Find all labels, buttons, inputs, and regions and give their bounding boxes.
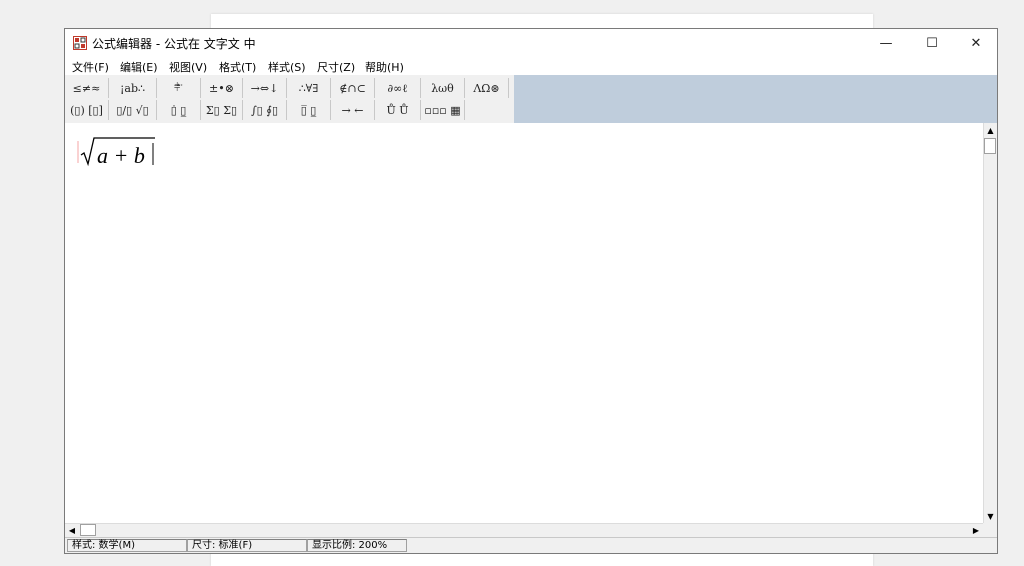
- arrow-right-icon: ▶: [972, 526, 980, 535]
- arrow-down-icon: ▼: [987, 511, 994, 521]
- menu-edit[interactable]: 编辑(E): [120, 59, 158, 75]
- greek-lowercase-button[interactable]: λωθ: [421, 78, 465, 98]
- relational-symbols-button[interactable]: ≤≠≈: [65, 78, 109, 98]
- set-theory-symbols-button[interactable]: ∉∩⊂: [331, 78, 375, 98]
- menu-help[interactable]: 帮助(H): [365, 59, 404, 75]
- scroll-right-button[interactable]: ▶: [969, 524, 983, 537]
- scroll-left-button[interactable]: ◀: [65, 524, 79, 537]
- status-zoom: 显示比例: 200%: [307, 539, 407, 552]
- embellishments-button[interactable]: ⫩⃗ ⃛: [157, 78, 201, 98]
- operator-symbols-button[interactable]: ±•⊗: [201, 78, 243, 98]
- matrix-templates-button[interactable]: ▫▫▫ ▦: [421, 100, 465, 120]
- misc-symbols-button[interactable]: ∂∞ℓ: [375, 78, 421, 98]
- greek-uppercase-button[interactable]: ΛΩ⊛: [465, 78, 509, 98]
- subscript-superscript-templates-button[interactable]: ▯̇ ▯̲: [157, 100, 201, 120]
- menu-style[interactable]: 样式(S): [268, 59, 306, 75]
- menu-bar: 文件(F) 编辑(E) 视图(V) 格式(T) 样式(S) 尺寸(Z) 帮助(H…: [65, 57, 997, 75]
- menu-size[interactable]: 尺寸(Z): [317, 59, 355, 75]
- scroll-down-button[interactable]: ▼: [984, 509, 997, 523]
- status-style: 样式: 数学(M): [67, 539, 187, 552]
- minimize-icon: —: [879, 35, 893, 51]
- equation-editing-area[interactable]: a + b: [65, 123, 983, 523]
- scrollbar-corner: [983, 523, 997, 537]
- toolbar-area: ≤≠≈ ¡ab∴ ⫩⃗ ⃛ ±•⊗ →⇔↓ ∴∀∃ ∉∩⊂ ∂∞ℓ λωθ ΛΩ…: [65, 75, 997, 123]
- status-size: 尺寸: 标准(F): [187, 539, 307, 552]
- menu-format[interactable]: 格式(T): [219, 59, 256, 75]
- equation-expression: a + b: [97, 143, 145, 168]
- fence-templates-button[interactable]: (▯) [▯]: [65, 100, 109, 120]
- fraction-radical-templates-button[interactable]: ▯/▯ √▯: [109, 100, 157, 120]
- products-set-theory-templates-button[interactable]: Ů Ů: [375, 100, 421, 120]
- arrow-symbols-button[interactable]: →⇔↓: [243, 78, 287, 98]
- menu-view[interactable]: 视图(V): [169, 59, 207, 75]
- symbol-palette: ≤≠≈ ¡ab∴ ⫩⃗ ⃛ ±•⊗ →⇔↓ ∴∀∃ ∉∩⊂ ∂∞ℓ λωθ ΛΩ…: [65, 75, 514, 123]
- arrow-up-icon: ▲: [987, 125, 994, 135]
- template-palette-row: (▯) [▯] ▯/▯ √▯ ▯̇ ▯̲ Σ▯ Σ▯ ∫▯ ∮▯ ▯̅ ▯̲ →…: [65, 99, 465, 121]
- equation-editor-window: 公式编辑器 - 公式在 文字文 中 — ☐ ✕ 文件(F) 编辑(E) 视图(V…: [64, 28, 998, 554]
- labeled-arrow-templates-button[interactable]: → ←: [331, 100, 375, 120]
- window-title: 公式编辑器 - 公式在 文字文 中: [92, 37, 256, 51]
- minimize-button[interactable]: —: [863, 29, 909, 57]
- status-bar: 样式: 数学(M) 尺寸: 标准(F) 显示比例: 200%: [65, 537, 997, 553]
- title-bar: 公式编辑器 - 公式在 文字文 中 — ☐ ✕: [65, 29, 997, 57]
- maximize-button[interactable]: ☐: [909, 29, 955, 57]
- summation-templates-button[interactable]: Σ▯ Σ▯: [201, 100, 243, 120]
- scroll-up-button[interactable]: ▲: [984, 123, 997, 137]
- equation-radical: a + b: [77, 137, 155, 168]
- menu-file[interactable]: 文件(F): [72, 59, 109, 75]
- arrow-left-icon: ◀: [68, 526, 76, 535]
- spaces-ellipses-button[interactable]: ¡ab∴: [109, 78, 157, 98]
- vertical-scroll-thumb[interactable]: [984, 138, 996, 154]
- horizontal-scroll-thumb[interactable]: [80, 524, 96, 536]
- integral-templates-button[interactable]: ∫▯ ∮▯: [243, 100, 287, 120]
- close-button[interactable]: ✕: [953, 29, 999, 57]
- symbol-palette-row: ≤≠≈ ¡ab∴ ⫩⃗ ⃛ ±•⊗ →⇔↓ ∴∀∃ ∉∩⊂ ∂∞ℓ λωθ ΛΩ…: [65, 77, 509, 99]
- vertical-scrollbar[interactable]: ▲ ▼: [983, 123, 997, 523]
- close-icon: ✕: [970, 35, 982, 51]
- logical-symbols-button[interactable]: ∴∀∃: [287, 78, 331, 98]
- underbar-overbar-templates-button[interactable]: ▯̅ ▯̲: [287, 100, 331, 120]
- maximize-icon: ☐: [926, 35, 938, 51]
- horizontal-scrollbar[interactable]: ◀ ▶: [65, 523, 983, 537]
- equation-editor-icon: [73, 36, 87, 50]
